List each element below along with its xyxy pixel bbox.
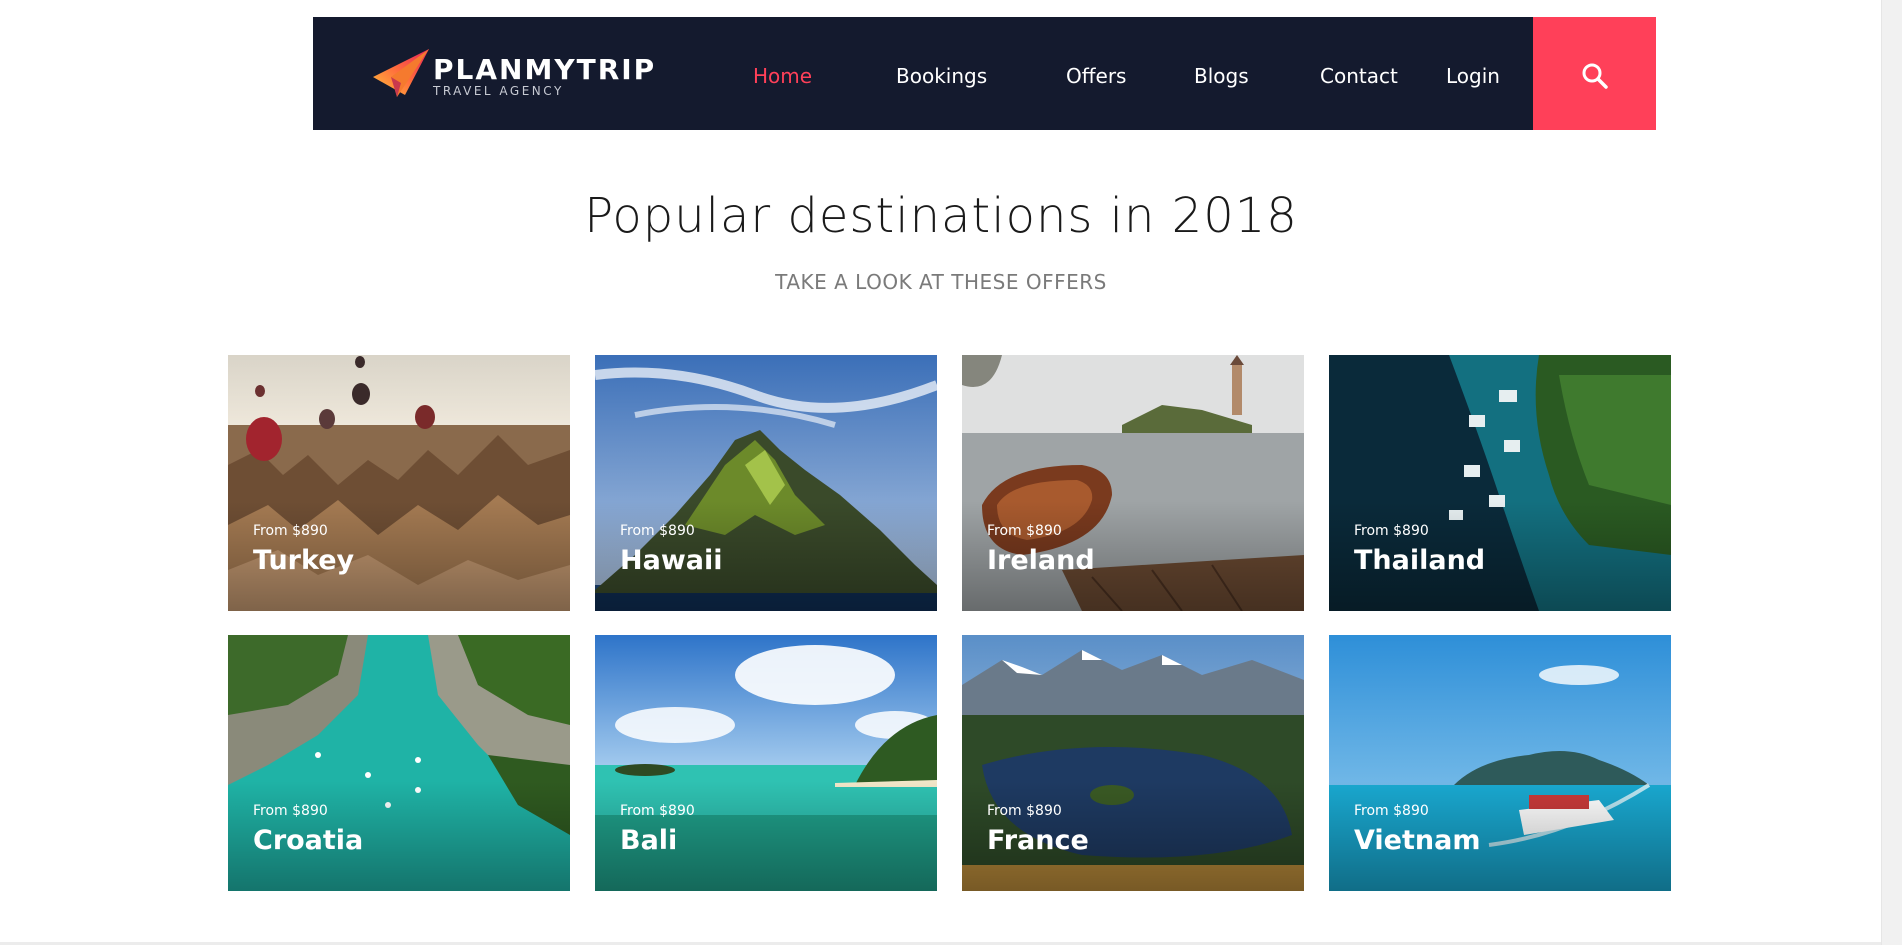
destination-card-thailand[interactable]: From $890 Thailand: [1329, 355, 1671, 611]
nav-home[interactable]: Home: [753, 64, 812, 88]
card-title: France: [987, 825, 1089, 856]
nav-contact[interactable]: Contact: [1320, 64, 1398, 88]
vertical-scrollbar[interactable]: [1881, 0, 1902, 945]
brand-tagline: TRAVEL AGENCY: [433, 84, 564, 98]
paper-plane-icon: [373, 49, 429, 97]
destination-card-vietnam[interactable]: From $890 Vietnam: [1329, 635, 1671, 891]
card-title: Ireland: [987, 545, 1095, 576]
card-title: Vietnam: [1354, 825, 1481, 856]
card-price: From $890: [987, 523, 1062, 539]
destination-card-france[interactable]: From $890 France: [962, 635, 1304, 891]
card-title: Turkey: [253, 545, 355, 576]
card-title: Croatia: [253, 825, 364, 856]
page-title: Popular destinations in 2018: [584, 188, 1298, 244]
destination-card-croatia[interactable]: From $890 Croatia: [228, 635, 570, 891]
card-price: From $890: [253, 523, 328, 539]
destination-card-ireland[interactable]: From $890 Ireland: [962, 355, 1304, 611]
nav-offers[interactable]: Offers: [1066, 64, 1126, 88]
top-navbar: PLANMYTRIP TRAVEL AGENCY Home Bookings O…: [313, 17, 1656, 130]
card-price: From $890: [987, 803, 1062, 819]
card-title: Hawaii: [620, 545, 723, 576]
search-icon: [1582, 63, 1608, 89]
nav-login[interactable]: Login: [1446, 64, 1500, 88]
destination-card-hawaii[interactable]: From $890 Hawaii: [595, 355, 937, 611]
nav-bookings[interactable]: Bookings: [896, 64, 987, 88]
destination-card-bali[interactable]: From $890 Bali: [595, 635, 937, 891]
destination-card-turkey[interactable]: From $890 Turkey: [228, 355, 570, 611]
brand-name: PLANMYTRIP: [433, 53, 657, 86]
card-price: From $890: [1354, 523, 1429, 539]
card-title: Bali: [620, 825, 678, 856]
card-price: From $890: [253, 803, 328, 819]
destinations-grid: From $890 Turkey From $890 Hawaii From $…: [228, 355, 1671, 891]
brand-logo[interactable]: PLANMYTRIP TRAVEL AGENCY: [371, 47, 671, 99]
card-price: From $890: [1354, 803, 1429, 819]
card-price: From $890: [620, 803, 695, 819]
card-price: From $890: [620, 523, 695, 539]
nav-blogs[interactable]: Blogs: [1194, 64, 1249, 88]
card-title: Thailand: [1354, 545, 1486, 576]
search-button[interactable]: [1533, 17, 1656, 130]
page-subtitle: TAKE A LOOK AT THESE OFFERS: [775, 270, 1107, 294]
